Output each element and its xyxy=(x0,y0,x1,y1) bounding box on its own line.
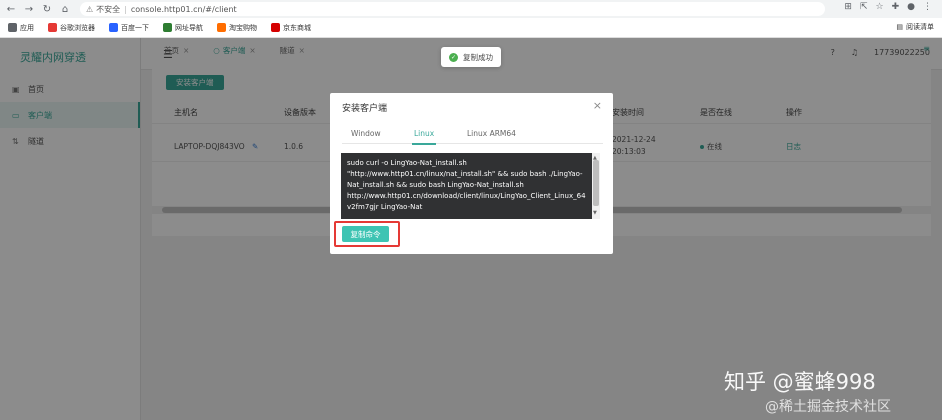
bookmark-item[interactable]: 谷歌浏览器 xyxy=(48,23,95,33)
chrome-icon xyxy=(48,23,57,32)
reading-list-icon: ▤ xyxy=(896,23,903,31)
forward-icon[interactable]: → xyxy=(22,2,36,16)
copy-command-button[interactable]: 复制命令 xyxy=(342,226,389,242)
tab-linux-arm64[interactable]: Linux ARM64 xyxy=(467,129,516,138)
install-command[interactable]: sudo curl -o LingYao-Nat_install.sh "htt… xyxy=(341,153,600,219)
bookmarks-bar: 应用 谷歌浏览器 百度一下 网址导航 淘宝购物 京东商城 ▤ 阅读清单 xyxy=(0,18,942,38)
baidu-icon xyxy=(109,23,118,32)
bookmark-item[interactable]: 网址导航 xyxy=(163,23,203,33)
bookmark-item[interactable]: 京东商城 xyxy=(271,23,311,33)
profile-icon[interactable]: ● xyxy=(907,2,915,12)
security-warning: 不安全 xyxy=(96,4,121,14)
scroll-down-icon[interactable]: ▼ xyxy=(593,208,597,219)
star-icon[interactable]: ☆ xyxy=(876,2,884,12)
nav-icon xyxy=(163,23,172,32)
bookmark-item[interactable]: 应用 xyxy=(8,23,34,33)
back-icon[interactable]: ← xyxy=(4,2,18,16)
more-icon[interactable]: ⋮ xyxy=(923,2,932,12)
toast-message: 复制成功 xyxy=(463,52,493,62)
vertical-scrollbar[interactable]: ▲ ▼ xyxy=(592,153,600,219)
watermark-juejin: @稀土掘金技术社区 xyxy=(765,399,891,415)
close-icon[interactable]: × xyxy=(593,99,602,112)
bookmark-item[interactable]: 百度一下 xyxy=(109,23,149,33)
translate-icon[interactable]: ⊞ xyxy=(844,2,852,12)
bookmark-item[interactable]: 淘宝购物 xyxy=(217,23,257,33)
taobao-icon xyxy=(217,23,226,32)
check-circle-icon: ✓ xyxy=(449,52,458,62)
browser-toolbar: ← → ↻ ⌂ ⚠ 不安全 | console.http01.cn/#/clie… xyxy=(0,0,942,18)
jd-icon xyxy=(271,23,280,32)
extensions-icon[interactable]: ✚ xyxy=(892,2,900,12)
tab-window[interactable]: Window xyxy=(351,129,381,138)
tab-linux[interactable]: Linux xyxy=(411,129,437,145)
url-text: console.http01.cn/#/client xyxy=(130,4,237,14)
browser-actions: ⊞ ⇱ ☆ ✚ ● ⋮ xyxy=(844,2,932,12)
share-icon[interactable]: ⇱ xyxy=(860,2,868,12)
reload-icon[interactable]: ↻ xyxy=(40,2,54,16)
reading-list[interactable]: ▤ 阅读清单 xyxy=(896,22,934,32)
install-client-dialog: 安装客户端 × Window Linux Linux ARM64 sudo cu… xyxy=(330,93,613,254)
warning-icon: ⚠ xyxy=(86,4,94,14)
watermark-zhihu: 知乎 @蜜蜂998 xyxy=(724,370,876,394)
success-toast: ✓ 复制成功 xyxy=(441,47,501,67)
home-icon[interactable]: ⌂ xyxy=(58,2,72,16)
dialog-title: 安装客户端 xyxy=(342,104,388,114)
address-bar[interactable]: ⚠ 不安全 | console.http01.cn/#/client xyxy=(80,2,825,16)
apps-icon xyxy=(8,23,17,32)
os-tabs: Window Linux Linux ARM64 xyxy=(342,126,603,145)
